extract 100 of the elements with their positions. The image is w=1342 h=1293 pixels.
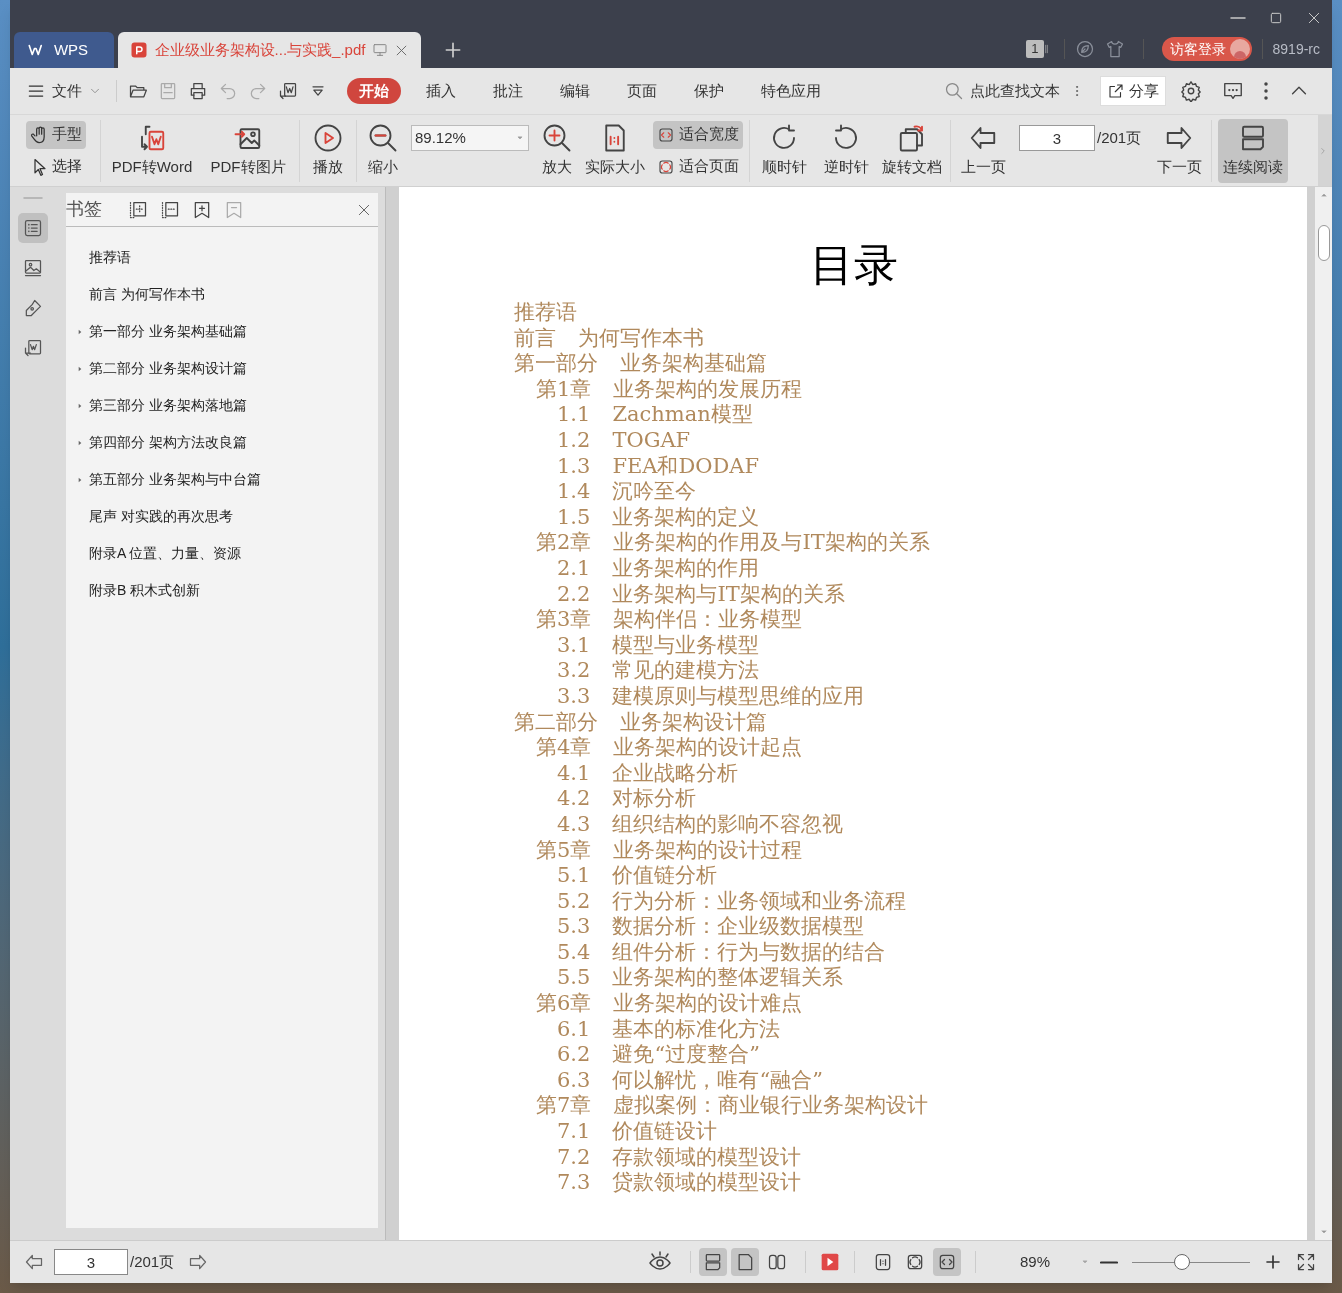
zoom-field[interactable]: 89.12% (411, 125, 529, 151)
toc-number: 1.4 (557, 478, 591, 506)
toc-number: 7.1 (557, 1118, 591, 1146)
toc-number: 第一部分 (514, 350, 598, 378)
view-mode-button[interactable] (698, 1248, 727, 1276)
fullscreen-button[interactable] (1296, 1252, 1316, 1272)
toc-number: 1.3 (557, 452, 591, 480)
pdf-file-icon (130, 41, 148, 59)
continuous-read-button[interactable]: 连续阅读 (1218, 118, 1289, 183)
view-mode-button[interactable] (730, 1248, 759, 1276)
bookmark-item[interactable]: 推荐语 (89, 247, 131, 268)
bookmark-item[interactable]: 前言 为何写作本书 (89, 284, 205, 305)
redo-icon (248, 81, 268, 101)
menu-tab[interactable]: 开始 (347, 78, 401, 104)
tab[interactable]: WPS (14, 32, 114, 68)
zoom-out-icon (368, 122, 398, 153)
more-icon (1264, 82, 1268, 100)
side-panel-button[interactable] (17, 213, 48, 243)
page-number-field[interactable]: 3 (1019, 125, 1095, 151)
toc-number: 第2章 (536, 529, 592, 557)
page-total: /201页 (130, 1251, 175, 1272)
zoom-dropdown[interactable]: 89% (1019, 1250, 1090, 1274)
play-button[interactable] (819, 1252, 840, 1272)
toc-number: 5.2 (557, 887, 591, 915)
search-field[interactable]: 点此查找文本 (944, 79, 1062, 103)
toc-number: 4.2 (557, 785, 591, 813)
chat-button[interactable] (1222, 80, 1244, 102)
menu-tab[interactable]: 页面 (615, 78, 669, 104)
play-icon (819, 1252, 840, 1272)
scrollbar-thumb[interactable] (1317, 225, 1330, 261)
bookmark-icon (224, 199, 244, 220)
rotate-counterclockwise-button[interactable]: 逆时针 (818, 118, 874, 183)
slider-thumb[interactable] (1173, 1254, 1190, 1270)
avatar-icon (1229, 39, 1250, 59)
menu-tab[interactable]: 特色应用 (749, 78, 833, 104)
pdf-to-word-button[interactable]: PDF转Word (107, 118, 197, 183)
export-button[interactable] (278, 81, 298, 101)
more-button[interactable] (1264, 82, 1268, 100)
next-page-button[interactable] (188, 1252, 209, 1272)
previous-page-button[interactable]: 上一页 (957, 118, 1009, 183)
bookmark-item[interactable]: 第二部分 业务架构设计篇 (89, 358, 247, 379)
bookmark-item[interactable]: 附录B 积木式创新 (89, 580, 201, 601)
toc-number: 1.2 (557, 427, 591, 454)
rotate-document-button[interactable]: 旋转文档 (880, 118, 944, 183)
fit-button[interactable]: 适合宽度 (653, 120, 743, 149)
bookmark-item[interactable]: 附录A 位置、力量、资源 (89, 543, 242, 564)
bookmark-item[interactable]: 尾声 对实践的再次思考 (89, 506, 233, 527)
undo-icon (218, 81, 238, 101)
bookmark-item[interactable]: 第五部分 业务架构与中台篇 (89, 469, 261, 490)
zoom-out-button[interactable]: 缩小 (363, 118, 403, 183)
zoom-in-button[interactable] (1264, 1253, 1282, 1271)
next-page-button[interactable]: 下一页 (1153, 118, 1206, 183)
toc-number: 第4章 (536, 734, 592, 762)
toc-number: 7.3 (557, 1169, 591, 1197)
fit-mode-button[interactable] (932, 1248, 961, 1276)
menu-tab[interactable]: 保护 (682, 78, 736, 104)
actual-size-button[interactable]: 实际大小 (583, 118, 647, 183)
zoom-slider[interactable] (1132, 1252, 1250, 1272)
mode-button[interactable]: 手型 (26, 120, 86, 149)
print-button[interactable] (188, 81, 208, 101)
play-button[interactable]: 播放 (306, 118, 350, 183)
fullscreen-icon (1296, 1252, 1316, 1272)
print-icon (188, 81, 208, 101)
pdf-to-image-button[interactable]: PDF转图片 (203, 118, 293, 183)
toc-number: 3.1 (557, 631, 591, 659)
scroll-down-icon (1319, 1228, 1328, 1236)
rotate-clockwise-button[interactable]: 顺时针 (756, 118, 812, 183)
menu-tab[interactable]: 批注 (481, 78, 535, 104)
toc-number: 1.1 (557, 401, 591, 429)
login-button[interactable]: 访客登录 (1161, 37, 1252, 61)
page-number-field[interactable]: 3 (54, 1249, 128, 1275)
tab[interactable]: 企业级业务架构设...与实践_.pdf (118, 32, 421, 68)
toc-number: 4.3 (557, 810, 591, 838)
settings-button[interactable] (1180, 80, 1202, 102)
user-id: 8919-rc (1272, 39, 1320, 59)
add-bookmark-button[interactable] (192, 199, 212, 220)
toc-number: 7.2 (557, 1143, 591, 1171)
zoom-in-button[interactable]: 放大 (537, 118, 577, 183)
drag-handle-icon (22, 197, 43, 199)
previous-page-button[interactable] (24, 1252, 44, 1272)
toc-number: 5.1 (557, 862, 591, 890)
zoom-out-button[interactable] (1100, 1260, 1118, 1264)
toc-number: 4.1 (557, 759, 591, 787)
menu-tab[interactable]: 插入 (414, 78, 468, 104)
new-tab-button[interactable] (443, 40, 463, 60)
collapse-all-button[interactable] (160, 199, 180, 220)
convert-icon (22, 338, 43, 358)
bookmark-item[interactable]: 第三部分 业务架构落地篇 (89, 395, 247, 416)
bookmark-item[interactable]: 第四部分 架构方法改良篇 (89, 432, 247, 453)
toc-number: 第6章 (536, 990, 592, 1018)
play-icon (313, 122, 343, 153)
fit-button[interactable]: 适合页面 (653, 152, 743, 181)
menu-tab[interactable]: 编辑 (548, 78, 602, 104)
share-button[interactable]: 分享 (1100, 76, 1166, 106)
mode-button[interactable]: 选择 (26, 152, 86, 181)
bookmark-item[interactable]: 第一部分 业务架构基础篇 (89, 321, 247, 342)
expand-all-button[interactable] (128, 199, 148, 220)
toc-number: 1.5 (557, 503, 591, 531)
scroll-up-icon (1319, 191, 1328, 199)
file-menu[interactable]: 文件 (26, 79, 102, 103)
